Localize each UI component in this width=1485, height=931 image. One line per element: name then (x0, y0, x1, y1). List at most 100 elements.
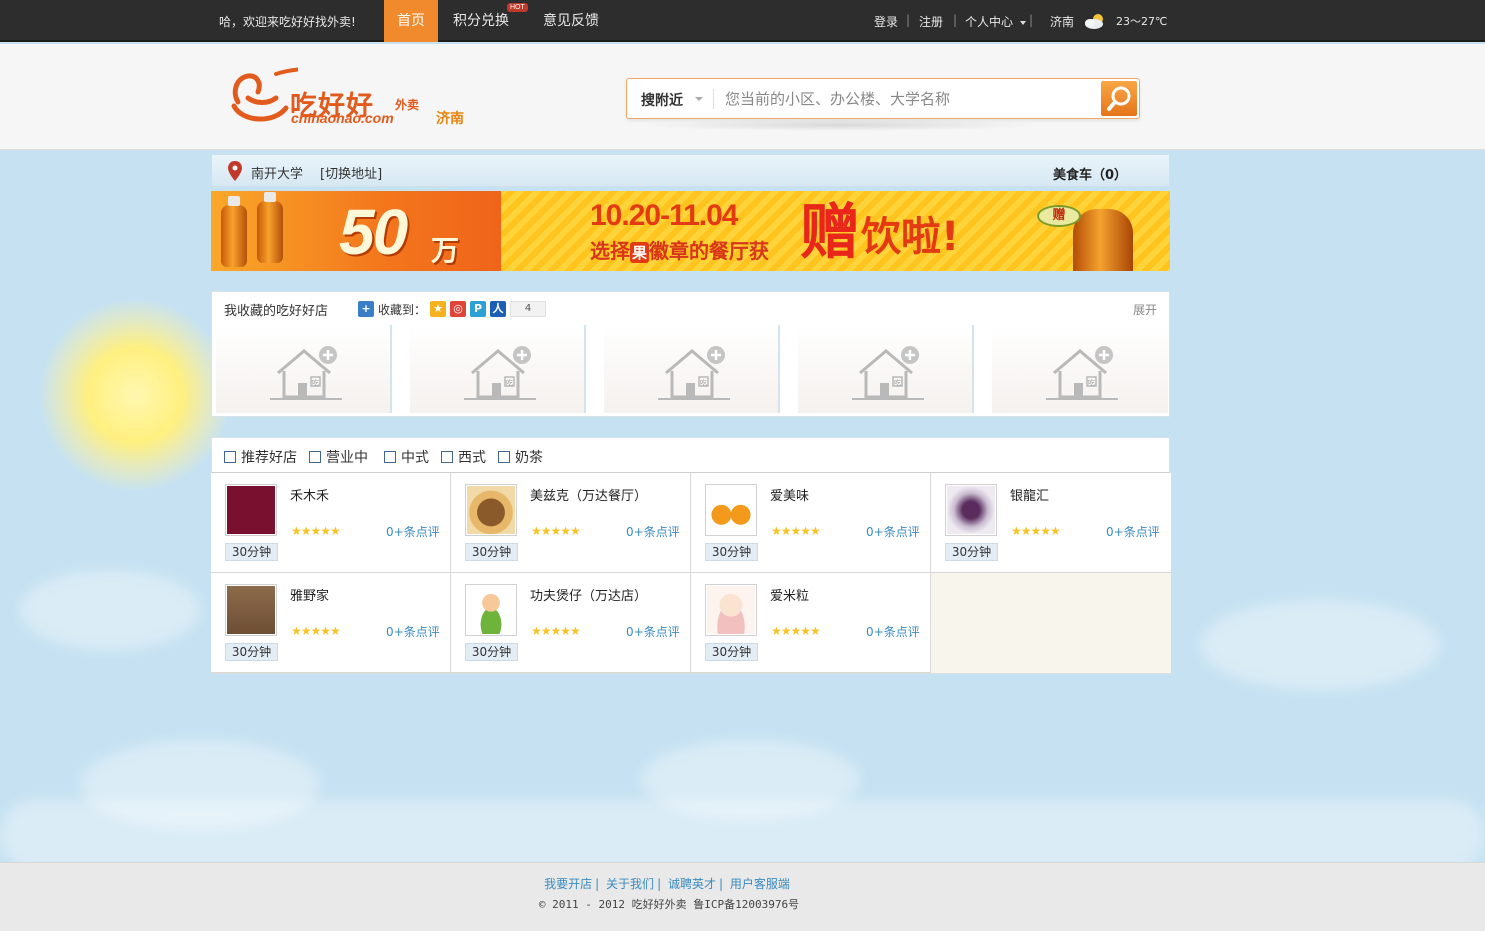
welcome-text: 哈，欢迎来吃好好找外卖! (219, 15, 356, 29)
restaurant-logo[interactable] (465, 484, 517, 536)
qzone-star-icon[interactable]: ★ (430, 301, 447, 317)
register-link[interactable]: 注册 (919, 13, 943, 30)
restaurant-name[interactable]: 爱美味 (770, 485, 809, 504)
favorite-stores-panel: 我收藏的吃好好店 + 收藏到： ★ ◎ P 人 4 展开 吃 吃 吃 吃 吃 (211, 291, 1170, 417)
footer-link-client[interactable]: 用户客服端 (730, 877, 790, 891)
logo-city: 济南 (436, 111, 464, 127)
review-count-link[interactable]: 0+条点评 (626, 523, 680, 540)
footer: 我要开店 | 关于我们 | 诚聘英才 | 用户客服端 © 2011 - 2012 吃好… (0, 862, 1485, 931)
filter-open-now[interactable]: 营业中 (309, 447, 368, 467)
expand-link[interactable]: 展开 (1133, 301, 1157, 318)
checkbox[interactable] (309, 451, 321, 463)
search-input[interactable] (725, 85, 1095, 113)
promo-banner[interactable]: 50 万 10.20-11.04 选择果徽章的餐厅获 赠 饮啦! 赠 (211, 191, 1170, 271)
checkbox[interactable] (224, 451, 236, 463)
banner-tagline-post: 徽章的餐厅获 (649, 239, 770, 263)
favorite-slot[interactable]: 吃 (798, 325, 974, 413)
restaurant-name[interactable]: 美兹克（万达餐厅） (530, 485, 647, 504)
plus-icon[interactable]: + (358, 301, 374, 317)
partly-cloudy-icon (1084, 13, 1106, 32)
cloud-decoration (20, 570, 200, 650)
svg-text:吃: 吃 (312, 378, 319, 387)
restaurant-logo[interactable] (705, 584, 757, 636)
review-count-link[interactable]: 0+条点评 (866, 523, 920, 540)
svg-text:吃: 吃 (894, 378, 901, 387)
filter-recommended[interactable]: 推荐好店 (224, 447, 297, 467)
checkbox[interactable] (441, 451, 453, 463)
restaurant-name[interactable]: 银龍汇 (1010, 485, 1049, 504)
restaurant-name[interactable]: 雅野家 (290, 585, 329, 604)
restaurant-card[interactable]: 功夫煲仔（万达店） ★★★★★ 0+条点评 30分钟 (451, 573, 691, 673)
separator: | (953, 13, 958, 27)
nav-home[interactable]: 首页 (384, 0, 438, 42)
restaurant-name[interactable]: 禾木禾 (290, 485, 329, 504)
user-center-label: 个人中心 (965, 15, 1014, 29)
share-count: 4 (510, 301, 547, 317)
search-button[interactable] (1101, 81, 1137, 116)
restaurant-logo[interactable] (225, 484, 277, 536)
svg-text:吃: 吃 (506, 378, 513, 387)
house-plus-icon: 吃 (658, 346, 730, 400)
separator: | (1029, 13, 1034, 27)
leaf-gift-tag: 赠 (1037, 205, 1081, 227)
restaurant-card[interactable]: 爱米粒 ★★★★★ 0+条点评 30分钟 (691, 573, 931, 673)
pengyou-icon[interactable]: P (470, 301, 487, 317)
restaurant-logo[interactable] (465, 584, 517, 636)
bottle-image (221, 196, 247, 267)
review-count-link[interactable]: 0+条点评 (386, 523, 440, 540)
restaurant-name[interactable]: 功夫煲仔（万达店） (530, 585, 647, 604)
review-count-link[interactable]: 0+条点评 (866, 623, 920, 640)
weibo-icon[interactable]: ◎ (450, 301, 467, 317)
footer-link-careers[interactable]: 诚聘英才 (668, 877, 716, 891)
checkbox[interactable] (384, 451, 396, 463)
restaurant-card[interactable]: 银龍汇 ★★★★★ 0+条点评 30分钟 (931, 473, 1171, 573)
restaurant-logo[interactable] (945, 484, 997, 536)
temperature-text: 23～27℃ (1116, 15, 1168, 28)
renren-icon[interactable]: 人 (490, 301, 507, 317)
review-count-link[interactable]: 0+条点评 (1106, 523, 1160, 540)
restaurant-logo[interactable] (225, 584, 277, 636)
restaurant-card[interactable]: 雅野家 ★★★★★ 0+条点评 30分钟 (211, 573, 451, 673)
restaurant-logo[interactable] (705, 484, 757, 536)
review-count-link[interactable]: 0+条点评 (386, 623, 440, 640)
search-shadow (640, 119, 1040, 131)
switch-address-link[interactable]: [切换地址] (320, 163, 382, 182)
nav-feedback[interactable]: 意见反馈 (538, 0, 604, 42)
favorite-slot[interactable]: 吃 (216, 325, 392, 413)
banner-tagline-pre: 选择 (590, 239, 630, 263)
collect-label: 收藏到： (378, 302, 427, 317)
rating-stars: ★★★★★ (531, 524, 581, 538)
chevron-down-icon[interactable] (695, 97, 703, 101)
login-link[interactable]: 登录 (874, 13, 898, 30)
favorite-slot[interactable]: 吃 (410, 325, 586, 413)
logo-domain: chihaohao.com (291, 110, 394, 126)
logo-subtext: 外卖 (395, 98, 420, 112)
footer-link-about[interactable]: 关于我们 (606, 877, 654, 891)
restaurant-card[interactable]: 禾木禾 ★★★★★ 0+条点评 30分钟 (211, 473, 451, 573)
favorite-slot[interactable]: 吃 (604, 325, 780, 413)
filter-milk-tea[interactable]: 奶茶 (498, 447, 543, 467)
nav-points-exchange[interactable]: 积分兑换 (448, 0, 514, 42)
footer-link-open-store[interactable]: 我要开店 (544, 877, 592, 891)
checkbox[interactable] (498, 451, 510, 463)
search-scope-dropdown[interactable]: 搜附近 (641, 90, 683, 110)
separator: | (595, 877, 600, 891)
filter-western[interactable]: 西式 (441, 447, 486, 467)
house-plus-icon: 吃 (852, 346, 924, 400)
restaurant-card[interactable]: 爱美味 ★★★★★ 0+条点评 30分钟 (691, 473, 931, 573)
chevron-down-icon (1019, 20, 1026, 25)
city-label[interactable]: 济南 (1050, 13, 1074, 30)
separator: | (718, 877, 723, 891)
food-cart-link[interactable]: 美食车（0） (1053, 164, 1127, 183)
filter-label: 中式 (401, 450, 429, 466)
filter-chinese[interactable]: 中式 (384, 447, 429, 467)
restaurant-card[interactable]: 美兹克（万达餐厅） ★★★★★ 0+条点评 30分钟 (451, 473, 691, 573)
delivery-time-badge: 30分钟 (705, 643, 758, 661)
review-count-link[interactable]: 0+条点评 (626, 623, 680, 640)
favorite-slot[interactable]: 吃 (992, 325, 1168, 413)
restaurant-name[interactable]: 爱米粒 (770, 585, 809, 604)
delivery-time-badge: 30分钟 (225, 543, 278, 561)
user-center-menu[interactable]: 个人中心 (965, 13, 1026, 30)
filter-label: 推荐好店 (241, 450, 297, 466)
collect-to-toolbar: + 收藏到： ★ ◎ P 人 4 (358, 300, 547, 318)
